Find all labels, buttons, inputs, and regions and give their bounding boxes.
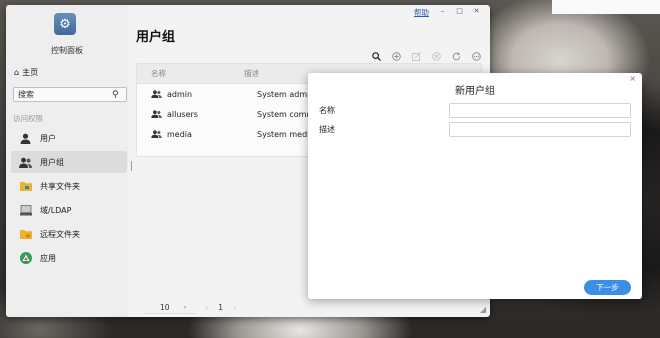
sidebar-item-label: 用户 (40, 133, 56, 143)
close-button[interactable]: ✕ (470, 5, 483, 17)
chevron-down-icon: ▾ (183, 303, 187, 311)
sidebar-search[interactable]: ⚲ (13, 87, 127, 102)
page-title: 用户组 (136, 30, 176, 45)
edit-icon[interactable] (409, 49, 424, 64)
sidebar: ⚙ 控制面板 ⌂ 主页 ⚲ 访问权限 用户 用户组 共享文件夹 (6, 5, 128, 317)
group-name: admin (167, 89, 193, 99)
search-input[interactable] (18, 90, 112, 99)
new-user-group-dialog: × 新用户组 名称 描述 下一步 (308, 73, 642, 299)
prev-page-icon[interactable]: ‹ (205, 303, 208, 312)
sidebar-item-label: 域/LDAP (40, 205, 72, 215)
minimize-button[interactable]: – (436, 5, 449, 17)
pagination: 10 ▾ ‹ 1 › (145, 301, 236, 314)
sidebar-item-label: 用户组 (40, 157, 64, 167)
form-row-name: 名称 (319, 103, 631, 118)
form-row-description: 描述 (319, 122, 631, 137)
page-size-value: 10 (160, 302, 170, 312)
sidebar-item-label: 共享文件夹 (40, 181, 80, 191)
page-size-select[interactable]: 10 ▾ (145, 301, 195, 314)
sidebar-item-apps[interactable]: 应用 (11, 247, 127, 269)
shared-folder-icon (19, 180, 32, 192)
current-page[interactable]: 1 (218, 303, 223, 312)
sidebar-item-home[interactable]: ⌂ 主页 (14, 67, 38, 78)
more-icon[interactable] (469, 49, 484, 64)
control-panel-gear-icon: ⚙ (54, 13, 76, 35)
sidebar-item-users[interactable]: 用户 (11, 127, 127, 149)
refresh-icon[interactable] (449, 49, 464, 64)
resize-grip-icon[interactable]: ◢ (480, 305, 490, 315)
sidebar-item-shared-folders[interactable]: 共享文件夹 (11, 175, 127, 197)
user-group-icon (151, 90, 162, 98)
row-name-cell: allusers (137, 110, 257, 119)
home-icon: ⌂ (14, 68, 20, 77)
delete-icon[interactable] (429, 49, 444, 64)
group-description-field[interactable] (449, 122, 631, 137)
sidebar-item-remote-folders[interactable]: 远程文件夹 (11, 223, 127, 245)
toolbar (369, 49, 484, 64)
app-title: 控制面板 (51, 46, 83, 55)
user-group-icon (19, 156, 32, 168)
remote-folder-icon (19, 228, 32, 240)
help-link[interactable]: 帮助 (414, 7, 429, 18)
maximize-button[interactable]: □ (453, 5, 466, 17)
search-icon[interactable] (369, 49, 384, 64)
user-group-icon (151, 130, 162, 138)
description-label: 描述 (319, 125, 335, 134)
domain-ldap-icon (19, 204, 32, 216)
name-label: 名称 (319, 106, 335, 115)
window-controls: – □ ✕ (436, 5, 483, 17)
sidebar-item-user-groups[interactable]: 用户组 (11, 151, 127, 173)
group-name-field[interactable] (449, 103, 631, 118)
group-name: media (167, 129, 192, 139)
group-name: allusers (167, 109, 198, 119)
desktop-widget (552, 0, 660, 14)
section-label-access: 访问权限 (13, 114, 43, 123)
user-icon (19, 132, 32, 144)
next-page-icon[interactable]: › (233, 303, 236, 312)
user-group-icon (151, 110, 162, 118)
sidebar-resize-handle[interactable] (131, 161, 132, 171)
column-header-name[interactable]: 名称 (137, 68, 244, 79)
app-icon (19, 252, 32, 264)
row-name-cell: admin (137, 90, 257, 99)
sidebar-item-label: 应用 (40, 253, 56, 263)
add-icon[interactable] (389, 49, 404, 64)
sidebar-item-label: 远程文件夹 (40, 229, 80, 239)
sidebar-item-label: 主页 (22, 68, 39, 77)
search-icon[interactable]: ⚲ (112, 90, 119, 100)
dialog-title: 新用户组 (455, 86, 495, 97)
next-button[interactable]: 下一步 (584, 280, 631, 295)
row-name-cell: media (137, 130, 257, 139)
sidebar-item-domain-ldap[interactable]: 域/LDAP (11, 199, 127, 221)
